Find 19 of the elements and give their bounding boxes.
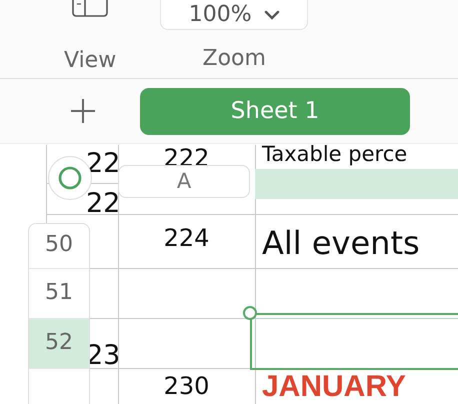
circle-icon	[57, 165, 83, 191]
table-cell: Taxable perce	[262, 145, 408, 165]
row-header[interactable]: 52	[29, 319, 89, 369]
toolbar-label: Zoom	[202, 46, 266, 72]
sheet-tab[interactable]: Sheet 1	[140, 88, 410, 134]
chevron-icon	[264, 10, 280, 20]
add-icon[interactable]	[70, 98, 96, 124]
selection-handle[interactable]	[243, 306, 257, 320]
sidebar-icon[interactable]	[72, 0, 108, 18]
row-header[interactable]: 50	[29, 224, 89, 269]
row-number: 22	[86, 149, 118, 179]
column-header[interactable]: A	[118, 165, 250, 198]
row-number: 230	[162, 371, 210, 401]
row-number: 22	[86, 189, 118, 219]
toolbar-label: View	[64, 48, 116, 74]
row-number: 224	[162, 223, 210, 253]
table-cell: All events	[262, 223, 420, 263]
zoom-dropdown[interactable]: 100%	[160, 0, 308, 30]
table-cell: JANUARY	[262, 371, 406, 403]
